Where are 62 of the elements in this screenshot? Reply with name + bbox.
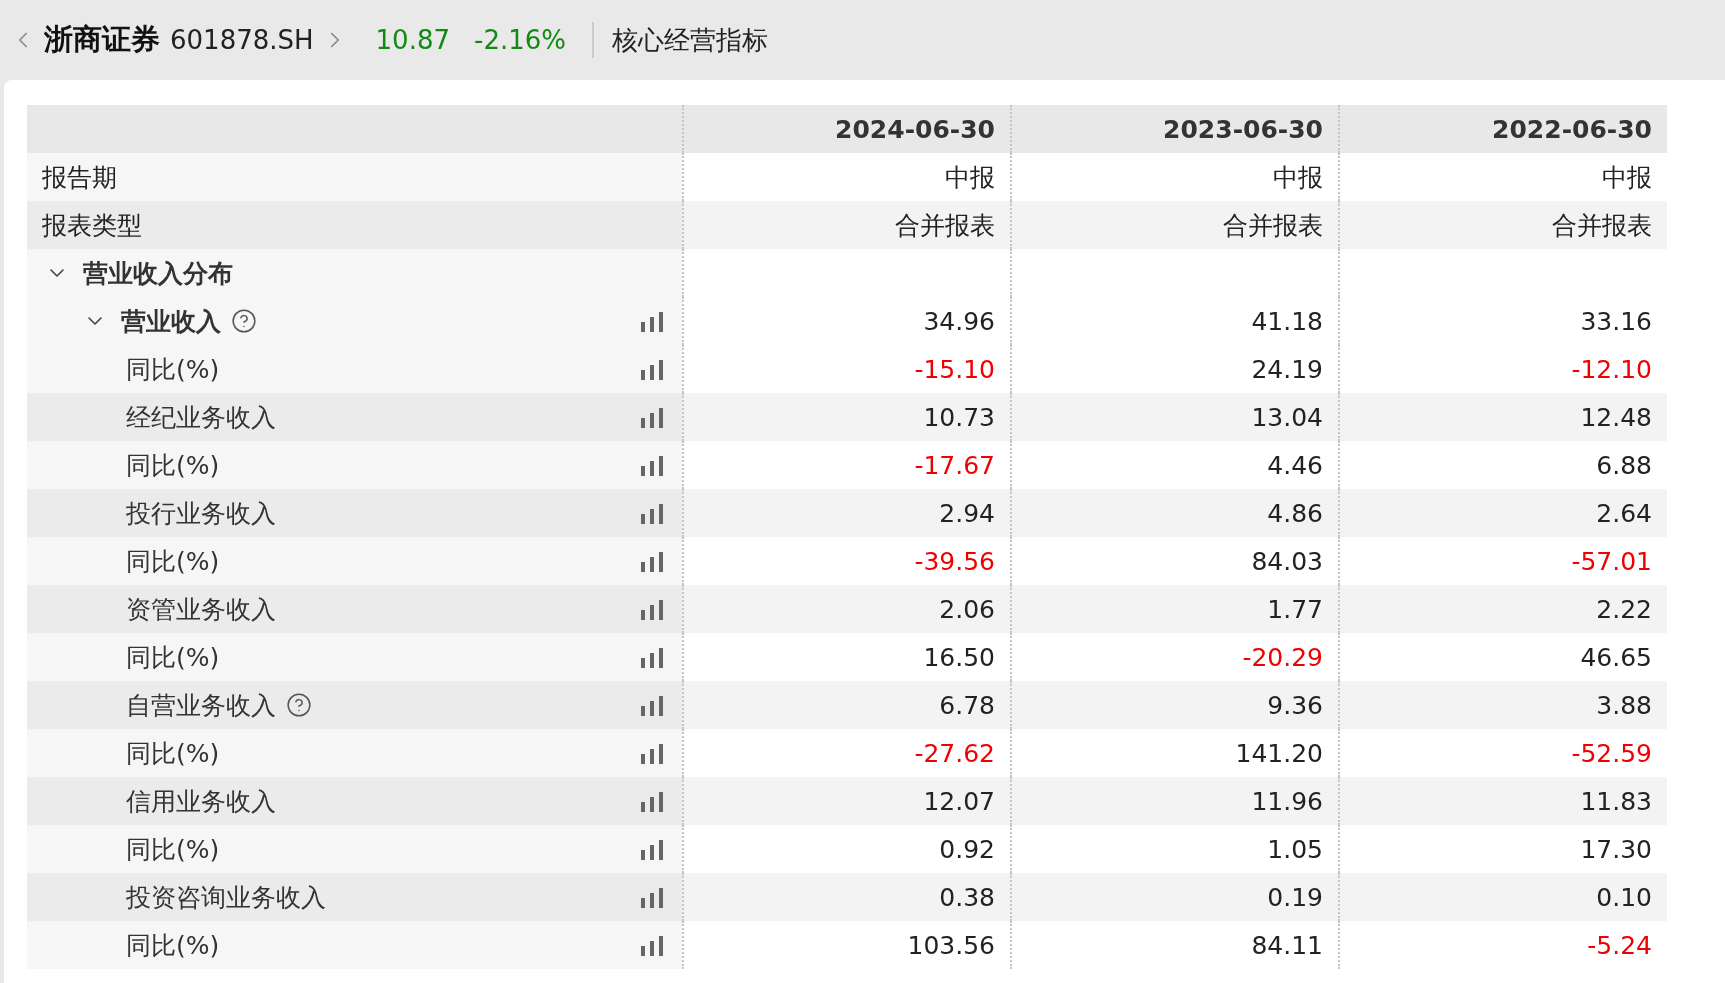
- bar-chart-icon[interactable]: [640, 550, 664, 572]
- help-icon[interactable]: [286, 692, 312, 718]
- bar-chart-icon[interactable]: [640, 310, 664, 332]
- row-label: 报告期: [27, 153, 682, 201]
- table-cell: 6.78: [682, 681, 1010, 729]
- row-label: 同比(%): [126, 737, 220, 770]
- row-label: 报表类型: [27, 201, 682, 249]
- stock-name: 浙商证券: [44, 21, 160, 58]
- bar-chart-icon[interactable]: [640, 934, 664, 956]
- bar-chart-icon[interactable]: [640, 502, 664, 524]
- stock-code: 601878.SH: [170, 25, 314, 55]
- row-label: 同比(%): [126, 833, 220, 866]
- bar-chart-icon[interactable]: [640, 790, 664, 812]
- bar-chart-icon[interactable]: [640, 598, 664, 620]
- row-label: 资管业务收入: [126, 593, 276, 626]
- table-cell: 2.64: [1338, 489, 1667, 537]
- stock-price: 10.87: [375, 25, 450, 55]
- row-label: 同比(%): [126, 353, 220, 386]
- row-label: 同比(%): [126, 545, 220, 578]
- help-icon[interactable]: [231, 308, 257, 334]
- row-label: 同比(%): [126, 929, 220, 962]
- bar-chart-icon[interactable]: [640, 646, 664, 668]
- table-cell: 10.73: [682, 393, 1010, 441]
- table-cell: 12.48: [1338, 393, 1667, 441]
- table-cell: 2.94: [682, 489, 1010, 537]
- row-label: 同比(%): [126, 641, 220, 674]
- table-cell: 0.10: [1338, 873, 1667, 921]
- bar-chart-icon[interactable]: [640, 742, 664, 764]
- column-header: 2022-06-30: [1338, 105, 1667, 153]
- table-cell: 1.77: [1010, 585, 1338, 633]
- row-label: 信用业务收入: [126, 785, 276, 818]
- table-cell: 2.06: [682, 585, 1010, 633]
- table-cell: 0.19: [1010, 873, 1338, 921]
- table-cell: 11.96: [1010, 777, 1338, 825]
- table-cell: 0.38: [682, 873, 1010, 921]
- bar-chart-icon[interactable]: [640, 694, 664, 716]
- table-cell: 合并报表: [1338, 201, 1667, 249]
- table-cell: 9.36: [1010, 681, 1338, 729]
- table-cell: 11.83: [1338, 777, 1667, 825]
- column-header: 2023-06-30: [1010, 105, 1338, 153]
- row-label: 投行业务收入: [126, 497, 276, 530]
- price-change: -2.16%: [474, 25, 566, 55]
- row-label: 营业收入: [121, 305, 221, 338]
- bar-chart-icon[interactable]: [640, 886, 664, 908]
- bar-chart-icon[interactable]: [640, 358, 664, 380]
- table-cell: 12.07: [682, 777, 1010, 825]
- bar-chart-icon[interactable]: [640, 838, 664, 860]
- row-label: 自营业务收入: [126, 689, 276, 722]
- row-label: 营业收入分布: [83, 257, 233, 290]
- row-label: 经纪业务收入: [126, 401, 276, 434]
- table-cell: 合并报表: [1010, 201, 1338, 249]
- table-cell: 4.86: [1010, 489, 1338, 537]
- page-title: 核心经营指标: [612, 23, 768, 57]
- table-cell: 13.04: [1010, 393, 1338, 441]
- table-cell: 2.22: [1338, 585, 1667, 633]
- row-label: 同比(%): [126, 449, 220, 482]
- table-cell: 3.88: [1338, 681, 1667, 729]
- table-cell: 合并报表: [682, 201, 1010, 249]
- row-label: 投资咨询业务收入: [126, 881, 326, 914]
- bar-chart-icon[interactable]: [640, 454, 664, 476]
- column-header: 2024-06-30: [682, 105, 1010, 153]
- bar-chart-icon[interactable]: [640, 406, 664, 428]
